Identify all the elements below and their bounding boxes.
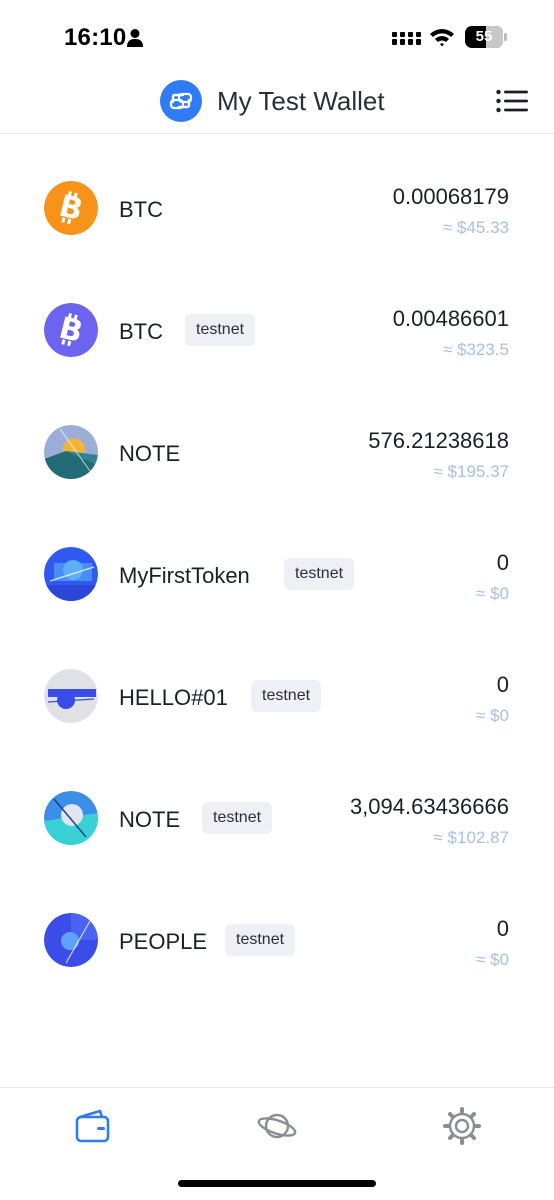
status-time: 16:10 bbox=[64, 24, 127, 51]
asset-fiat-value: ≈ $195.37 bbox=[433, 462, 509, 481]
asset-amount: 0 bbox=[496, 916, 509, 941]
asset-name: BTC bbox=[119, 197, 163, 222]
planet-icon[interactable] bbox=[257, 1106, 297, 1146]
people-token-icon bbox=[44, 913, 98, 967]
bitcoin-testnet-icon: B bbox=[44, 303, 98, 357]
asset-amount: 0 bbox=[496, 550, 509, 575]
asset-row-note[interactable]: NOTE 576.21238618 ≈ $195.37 bbox=[0, 392, 554, 514]
asset-amount: 0.00068179 bbox=[392, 184, 509, 209]
asset-amount: 0 bbox=[496, 672, 509, 697]
testnet-badge: testnet bbox=[284, 558, 355, 590]
cellular-signal-icon bbox=[392, 32, 421, 45]
asset-name: NOTE bbox=[119, 807, 181, 832]
asset-row-btc[interactable]: B BTC 0.00068179 ≈ $45.33 bbox=[0, 148, 554, 270]
asset-row-btc-testnet[interactable]: B BTC testnet 0.00486601 ≈ $323.5 bbox=[0, 270, 554, 392]
asset-amount: 0.00486601 bbox=[392, 306, 509, 331]
wallet-header: My Test Wallet bbox=[0, 70, 554, 134]
asset-amount: 576.21238618 bbox=[368, 428, 509, 453]
asset-row-myfirsttoken[interactable]: MyFirstToken testnet 0 ≈ $0 bbox=[0, 514, 554, 636]
asset-fiat-value: ≈ $0 bbox=[476, 950, 509, 969]
home-indicator[interactable] bbox=[178, 1180, 376, 1187]
bitcoin-icon: B bbox=[44, 181, 98, 235]
battery-level: 55 bbox=[475, 28, 493, 45]
asset-name: PEOPLE bbox=[119, 929, 208, 954]
asset-name: BTC bbox=[119, 319, 163, 344]
asset-name: MyFirstToken bbox=[119, 563, 250, 588]
note-token-icon bbox=[44, 425, 98, 479]
battery-icon: 55 bbox=[465, 26, 507, 48]
asset-fiat-value: ≈ $45.33 bbox=[442, 218, 509, 237]
asset-fiat-value: ≈ $0 bbox=[476, 706, 509, 725]
asset-name: HELLO#01 bbox=[119, 685, 228, 710]
asset-fiat-value: ≈ $323.5 bbox=[442, 340, 509, 359]
testnet-badge: testnet bbox=[202, 802, 273, 834]
testnet-badge: testnet bbox=[251, 680, 322, 712]
settings-gear-icon[interactable] bbox=[442, 1106, 482, 1146]
asset-amount: 3,094.63436666 bbox=[349, 794, 509, 819]
asset-row-hello01[interactable]: HELLO#01 testnet 0 ≈ $0 bbox=[0, 636, 554, 758]
hello-token-icon bbox=[44, 669, 98, 723]
asset-row-note-testnet[interactable]: NOTE testnet 3,094.63436666 ≈ $102.87 bbox=[0, 758, 554, 880]
wifi-icon bbox=[430, 29, 454, 47]
myfirsttoken-icon bbox=[44, 547, 98, 601]
person-icon bbox=[127, 29, 143, 47]
wallet-icon[interactable] bbox=[72, 1106, 112, 1146]
asset-name: NOTE bbox=[119, 441, 181, 466]
wallet-logo-icon bbox=[160, 80, 202, 122]
testnet-badge: testnet bbox=[225, 924, 296, 956]
menu-list-icon[interactable] bbox=[496, 89, 528, 113]
status-bar: 16:10 55 bbox=[0, 0, 554, 70]
wallet-title[interactable]: My Test Wallet bbox=[217, 86, 385, 117]
asset-fiat-value: ≈ $0 bbox=[476, 584, 509, 603]
note-testnet-icon bbox=[44, 791, 98, 845]
testnet-badge: testnet bbox=[185, 314, 256, 346]
asset-row-people[interactable]: PEOPLE testnet 0 ≈ $0 bbox=[0, 880, 554, 1002]
asset-fiat-value: ≈ $102.87 bbox=[433, 828, 509, 847]
